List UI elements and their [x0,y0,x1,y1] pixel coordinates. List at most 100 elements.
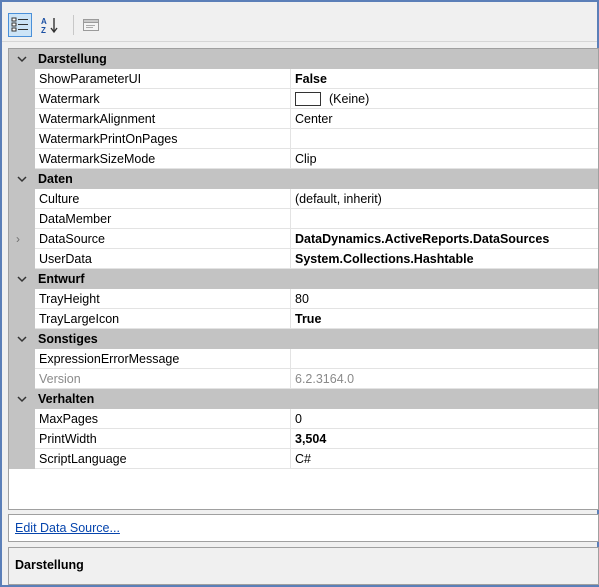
expand-chevron-icon[interactable]: › [16,232,20,246]
property-value: 80 [295,292,309,306]
property-pages-icon [83,19,99,31]
property-value-cell[interactable]: 6.2.3164.0 [291,369,598,389]
category-row[interactable]: Entwurf [9,269,598,289]
property-row[interactable]: WatermarkSizeMode Clip [9,149,598,169]
category-label: Daten [38,172,73,186]
alphabetical-view-button[interactable]: A Z [38,13,62,37]
property-value-cell[interactable]: C# [291,449,598,469]
row-gutter [9,209,35,229]
row-gutter [9,129,35,149]
property-name: WatermarkSizeMode [39,152,156,166]
collapse-chevron-icon[interactable] [9,169,35,189]
collapse-chevron-icon[interactable] [9,269,35,289]
property-value: 6.2.3164.0 [295,372,355,386]
description-title: Darstellung [15,558,84,572]
property-name-cell[interactable]: PrintWidth [35,429,291,449]
row-gutter [9,249,35,269]
property-row[interactable]: PrintWidth 3,504 [9,429,598,449]
property-row[interactable]: ShowParameterUI False [9,69,598,89]
category-row[interactable]: Verhalten [9,389,598,409]
categorized-view-button[interactable] [8,13,32,37]
row-gutter [9,189,35,209]
collapse-chevron-icon[interactable] [9,49,35,69]
property-name: PrintWidth [39,432,97,446]
property-value: True [295,312,322,326]
property-row[interactable]: TrayHeight 80 [9,289,598,309]
property-name: UserData [39,252,92,266]
properties-window: A Z Darstellung ShowParameterUI False Water… [0,0,599,587]
edit-data-source-link[interactable]: Edit Data Source... [15,521,120,535]
property-value-cell[interactable]: 0 [291,409,598,429]
property-row[interactable]: ScriptLanguage C# [9,449,598,469]
property-value: 0 [295,412,302,426]
property-name: Version [39,372,81,386]
property-grid[interactable]: Darstellung ShowParameterUI False Watermark… [8,48,599,510]
collapse-chevron-icon[interactable] [9,389,35,409]
sort-az-icon: A Z [41,17,58,34]
property-value-cell[interactable]: (default, inherit) [291,189,598,209]
property-name-cell[interactable]: UserData [35,249,291,269]
categorized-icon [11,17,28,32]
property-pages-button[interactable] [79,13,103,37]
row-gutter [9,309,35,329]
property-value-cell[interactable]: (Keine) [291,89,598,109]
property-row[interactable]: UserData System.Collections.Hashtable [9,249,598,269]
property-row[interactable]: WatermarkAlignment Center [9,109,598,129]
row-gutter [9,89,35,109]
property-name-cell[interactable]: WatermarkSizeMode [35,149,291,169]
property-name: ShowParameterUI [39,72,142,86]
property-name: Culture [39,192,80,206]
property-value: 3,504 [295,432,327,446]
property-name-cell[interactable]: ScriptLanguage [35,449,291,469]
property-row[interactable]: ExpressionErrorMessage [9,349,598,369]
property-value-cell[interactable]: Clip [291,149,598,169]
property-name-cell[interactable]: Watermark [35,89,291,109]
category-row[interactable]: Daten [9,169,598,189]
property-name-cell[interactable]: Version [35,369,291,389]
property-name: TrayLargeIcon [39,312,120,326]
property-value-cell[interactable] [291,209,598,229]
property-value-cell[interactable] [291,129,598,149]
property-value-cell[interactable]: Center [291,109,598,129]
property-row[interactable]: DataMember [9,209,598,229]
property-value: (default, inherit) [295,192,382,206]
property-name-cell[interactable]: ExpressionErrorMessage [35,349,291,369]
property-value-cell[interactable]: 80 [291,289,598,309]
property-name-cell[interactable]: ShowParameterUI [35,69,291,89]
collapse-chevron-icon[interactable] [9,329,35,349]
property-name-cell[interactable]: WatermarkAlignment [35,109,291,129]
property-row[interactable]: WatermarkPrintOnPages [9,129,598,149]
property-name-cell[interactable]: DataMember [35,209,291,229]
property-name-cell[interactable]: MaxPages [35,409,291,429]
property-row[interactable]: Culture (default, inherit) [9,189,598,209]
property-value-cell[interactable]: System.Collections.Hashtable [291,249,598,269]
property-value-cell[interactable]: 3,504 [291,429,598,449]
property-row[interactable]: › DataSource DataDynamics.ActiveReports.Da… [9,229,598,249]
property-row[interactable]: Watermark (Keine) [9,89,598,109]
property-row[interactable]: MaxPages 0 [9,409,598,429]
property-name-cell[interactable]: TrayHeight [35,289,291,309]
property-row[interactable]: Version 6.2.3164.0 [9,369,598,389]
row-gutter [9,429,35,449]
property-name-cell[interactable]: WatermarkPrintOnPages [35,129,291,149]
property-value-cell[interactable]: False [291,69,598,89]
property-value-cell[interactable]: True [291,309,598,329]
toolbar-separator [73,15,74,35]
property-value: Clip [295,152,317,166]
property-value: DataDynamics.ActiveReports.DataSources [295,232,550,246]
color-swatch [295,92,321,106]
property-value-cell[interactable] [291,349,598,369]
svg-text:A: A [41,17,47,26]
property-name: ExpressionErrorMessage [39,352,180,366]
category-label: Entwurf [38,272,85,286]
category-row[interactable]: Sonstiges [9,329,598,349]
property-row[interactable]: TrayLargeIcon True [9,309,598,329]
property-name-cell[interactable]: DataSource [35,229,291,249]
property-value-cell[interactable]: DataDynamics.ActiveReports.DataSources [291,229,598,249]
property-name: WatermarkPrintOnPages [39,132,178,146]
property-name-cell[interactable]: TrayLargeIcon [35,309,291,329]
row-gutter: › [9,229,35,249]
property-value: C# [295,452,311,466]
category-row[interactable]: Darstellung [9,49,598,69]
property-name-cell[interactable]: Culture [35,189,291,209]
